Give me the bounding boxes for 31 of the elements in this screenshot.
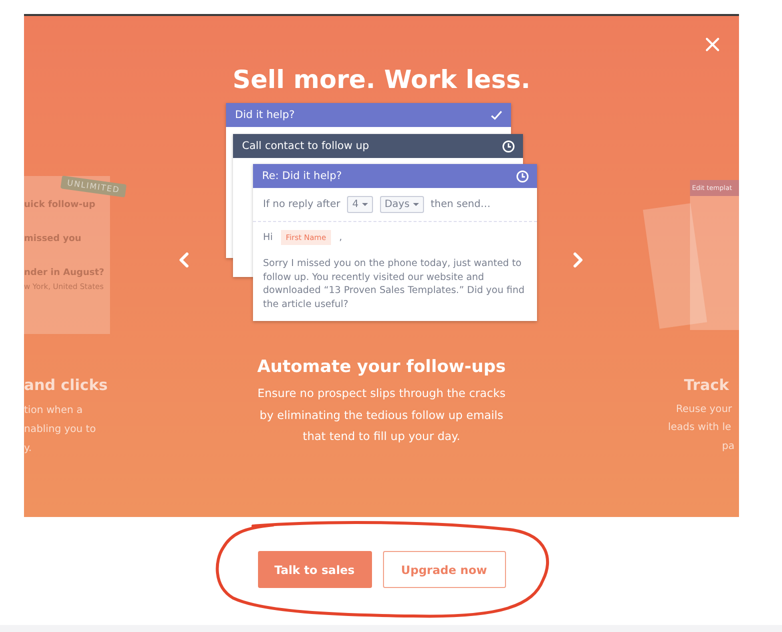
slide-description: Ensure no prospect slips through the cracks <box>258 386 506 402</box>
faded-heading: Track <box>684 376 729 394</box>
faded-text: y. <box>24 442 32 456</box>
slide-description: by eliminating the tedious follow up emails <box>260 408 504 424</box>
faded-text: pa <box>722 440 734 454</box>
card-text: nder in August? <box>24 267 104 279</box>
check-icon <box>490 108 503 122</box>
dialog-title: Sell more. Work less. <box>232 64 530 96</box>
rule-label: If no reply after <box>263 199 340 210</box>
faded-text: Reuse your <box>676 403 732 417</box>
email-body: Sorry I missed you on the phone today, just wanted to follow up. You recently visited our website and downloaded “13 Proven Sales Templates.” Did you find the article useful? <box>262 257 526 311</box>
unlimited-badge: UNLIMITED <box>60 176 127 198</box>
card-title: Call contact to follow up <box>242 140 370 152</box>
clock-icon <box>516 170 529 182</box>
card-title: Did it help? <box>235 109 295 121</box>
rule-label: then send… <box>430 199 491 210</box>
unit-dropdown[interactable]: Days <box>380 196 424 213</box>
upgrade-button[interactable]: Upgrade now <box>382 551 506 588</box>
comma-text: , <box>339 232 342 243</box>
clock-icon <box>502 140 515 152</box>
count-dropdown[interactable]: 4 <box>347 196 373 213</box>
faded-heading: and clicks <box>24 376 108 394</box>
faded-text: tion when a <box>24 404 83 418</box>
slide-description: that tend to fill up your day. <box>302 429 460 445</box>
faded-text: nabling you to <box>24 423 96 437</box>
card-title: Re: Did it help? <box>262 170 342 182</box>
faded-text: leads with le <box>668 421 732 435</box>
greeting-text: Hi <box>263 232 273 243</box>
talk-to-sales-button[interactable]: Talk to sales <box>258 551 372 588</box>
slide-heading: Automate your follow-ups <box>256 356 507 379</box>
close-icon[interactable] <box>705 37 720 52</box>
